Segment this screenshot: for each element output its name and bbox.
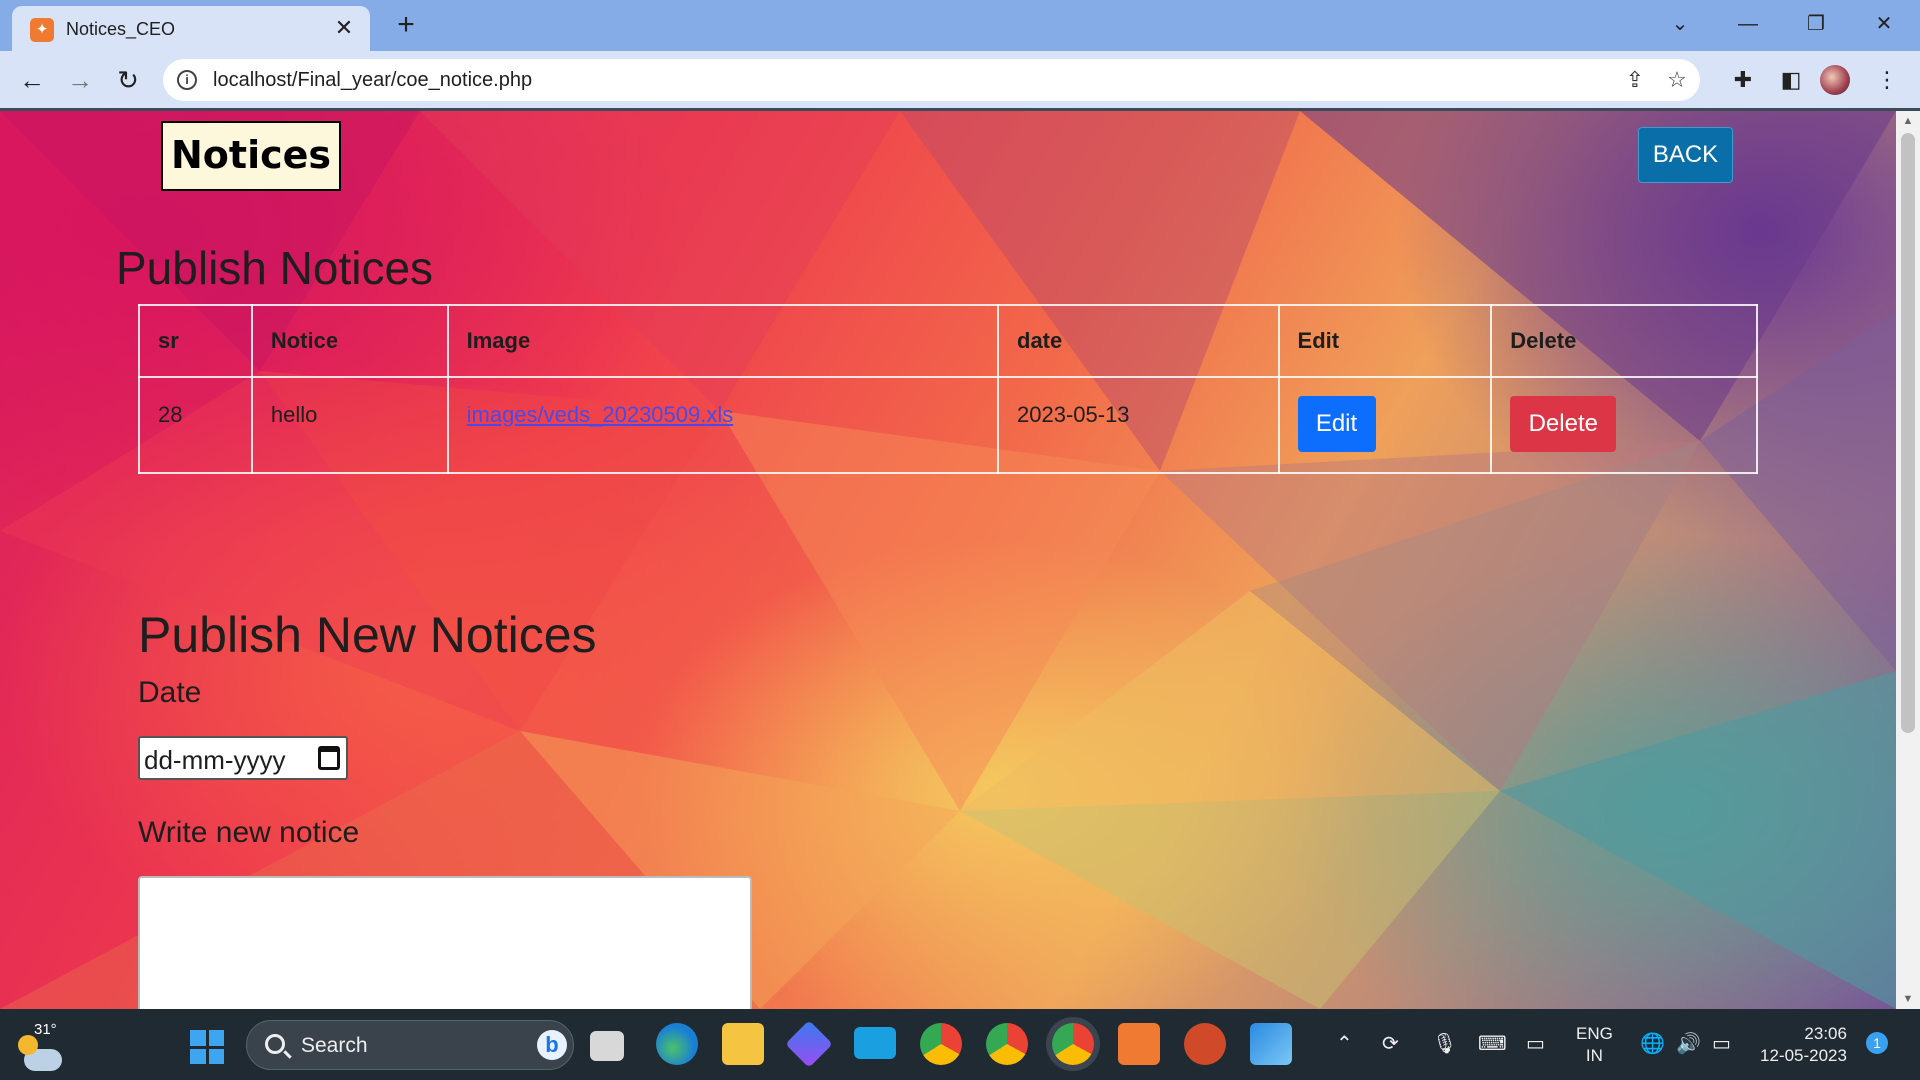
delete-button[interactable]: Delete <box>1510 396 1617 452</box>
edge-icon[interactable] <box>656 1023 698 1065</box>
file-explorer-icon[interactable] <box>722 1023 764 1065</box>
bookmark-star-icon[interactable]: ☆ <box>1663 66 1691 94</box>
cell-date: 2023-05-13 <box>997 376 1280 474</box>
url-text[interactable]: localhost/Final_year/coe_notice.php <box>213 69 532 92</box>
tab-bar: ✦ Notices_CEO ✕ + ⌄ — ❐ ✕ <box>0 0 1920 51</box>
notice-textarea[interactable] <box>138 876 752 1009</box>
reload-icon[interactable]: ↻ <box>110 63 146 97</box>
scroll-down-icon[interactable]: ▼ <box>1896 989 1920 1009</box>
site-info-icon[interactable]: i <box>177 70 197 90</box>
system-clock[interactable]: 23:06 12-05-2023 <box>1760 1023 1847 1067</box>
page-scrollbar[interactable]: ▲ ▼ <box>1896 111 1920 1009</box>
menu-kebab-icon[interactable]: ⋮ <box>1870 63 1904 97</box>
restore-icon[interactable]: ❐ <box>1796 8 1836 40</box>
copilot-icon[interactable] <box>785 1020 833 1068</box>
table-header-row: sr Notice Image date Edit Delete <box>138 304 1758 378</box>
profile-avatar[interactable] <box>1820 65 1850 95</box>
notification-badge[interactable]: 1 <box>1866 1032 1888 1054</box>
cell-notice: hello <box>250 376 449 474</box>
battery-icon[interactable]: ▭ <box>1712 1031 1731 1056</box>
scroll-thumb[interactable] <box>1901 133 1915 733</box>
publish-new-notices-heading: Publish New Notices <box>138 607 597 663</box>
windows-taskbar: 31° Search b ⌃ ⟳ 🎙 ⌨ ▭ ENG IN 🌐 🔊 ▭ 23:0… <box>0 1009 1920 1080</box>
share-icon[interactable]: ⇪ <box>1621 66 1649 94</box>
weather-temperature: 31° <box>34 1021 57 1038</box>
publish-notices-heading: Publish Notices <box>116 242 434 294</box>
close-window-icon[interactable]: ✕ <box>1864 8 1904 40</box>
edit-button[interactable]: Edit <box>1297 396 1376 452</box>
taskbar-search[interactable]: Search b <box>246 1020 574 1070</box>
xampp-taskbar-icon[interactable] <box>1118 1023 1160 1065</box>
table-row: 28 hello images/veds_20230509.xls 2023-0… <box>138 376 1758 474</box>
new-tab-icon[interactable]: + <box>390 10 422 42</box>
region-code: IN <box>1585 1046 1603 1065</box>
cell-image: images/veds_20230509.xls <box>446 376 1000 474</box>
page-viewport: Notices BACK Publish Notices sr Notice I… <box>0 111 1896 1009</box>
search-icon <box>265 1034 285 1054</box>
date-placeholder: dd-mm-yyyy <box>144 745 286 775</box>
keyboard-icon[interactable]: ⌨ <box>1478 1031 1507 1056</box>
sync-icon[interactable]: ⟳ <box>1382 1031 1399 1056</box>
chrome-active-icon[interactable] <box>1052 1023 1094 1065</box>
side-panel-icon[interactable]: ◧ <box>1774 63 1808 97</box>
date-input[interactable]: dd-mm-yyyy <box>138 736 348 780</box>
forward-arrow-icon[interactable]: → <box>62 63 98 97</box>
scroll-up-icon[interactable]: ▲ <box>1896 111 1920 131</box>
language-indicator[interactable]: ENG IN <box>1576 1023 1613 1067</box>
cell-sr: 28 <box>138 376 253 474</box>
browser-toolbar: ← → ↻ i localhost/Final_year/coe_notice.… <box>0 51 1920 109</box>
tab-search-chevron-icon[interactable]: ⌄ <box>1660 8 1700 40</box>
cell-delete: Delete <box>1490 376 1758 474</box>
language-code: ENG <box>1576 1024 1613 1043</box>
header-notice: Notice <box>250 304 449 378</box>
clock-date: 12-05-2023 <box>1760 1046 1847 1065</box>
header-sr: sr <box>138 304 253 378</box>
search-placeholder: Search <box>301 1034 368 1057</box>
header-delete: Delete <box>1490 304 1758 378</box>
photos-icon[interactable] <box>1250 1023 1292 1065</box>
page-brand-title: Notices <box>161 121 342 191</box>
address-bar[interactable]: i localhost/Final_year/coe_notice.php ⇪ … <box>163 59 1700 101</box>
header-date: date <box>997 304 1280 378</box>
show-hidden-icons-icon[interactable]: ⌃ <box>1336 1031 1353 1056</box>
windows-start-icon[interactable] <box>190 1030 224 1064</box>
notices-table: sr Notice Image date Edit Delete 28 hell… <box>138 304 1758 474</box>
write-notice-label: Write new notice <box>138 816 360 849</box>
cell-edit: Edit <box>1277 376 1493 474</box>
tab-title: Notices_CEO <box>66 19 176 39</box>
date-label: Date <box>138 676 202 709</box>
extensions-puzzle-icon[interactable]: ✚ <box>1726 63 1760 97</box>
network-globe-icon[interactable]: 🌐 <box>1640 1031 1665 1056</box>
powerpoint-icon[interactable] <box>1184 1023 1226 1065</box>
xampp-icon: ✦ <box>30 18 54 42</box>
back-arrow-icon[interactable]: ← <box>14 63 50 97</box>
tablet-icon[interactable]: ▭ <box>1526 1031 1545 1056</box>
tab-close-icon[interactable]: ✕ <box>330 14 358 42</box>
minimize-icon[interactable]: — <box>1728 8 1768 40</box>
volume-icon[interactable]: 🔊 <box>1676 1031 1701 1056</box>
task-view-icon[interactable] <box>590 1031 624 1061</box>
bing-icon[interactable]: b <box>537 1030 567 1060</box>
header-edit: Edit <box>1277 304 1493 378</box>
browser-tab[interactable]: ✦ Notices_CEO ✕ <box>12 6 370 51</box>
weather-cloud-icon <box>18 1035 62 1071</box>
microphone-icon[interactable]: 🎙 <box>1432 1031 1457 1056</box>
calendar-icon[interactable] <box>318 746 340 770</box>
image-file-link[interactable]: images/veds_20230509.xls <box>467 402 734 427</box>
clock-time: 23:06 <box>1804 1024 1847 1043</box>
chrome-icon[interactable] <box>920 1023 962 1065</box>
remote-desktop-icon[interactable] <box>854 1027 896 1059</box>
back-button[interactable]: BACK <box>1638 127 1733 183</box>
chrome-profile-icon[interactable] <box>986 1023 1028 1065</box>
header-image: Image <box>446 304 1000 378</box>
